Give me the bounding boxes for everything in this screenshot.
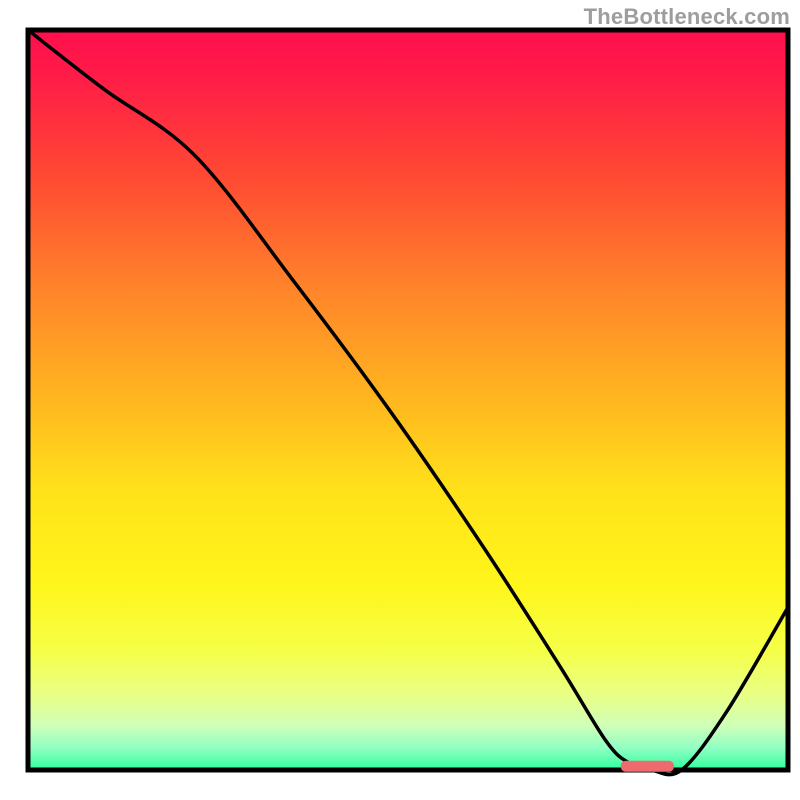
plot-area <box>28 30 788 775</box>
bottleneck-plot <box>0 0 800 800</box>
optimal-marker <box>621 761 674 772</box>
gradient-background <box>28 30 788 770</box>
chart-container: TheBottleneck.com <box>0 0 800 800</box>
